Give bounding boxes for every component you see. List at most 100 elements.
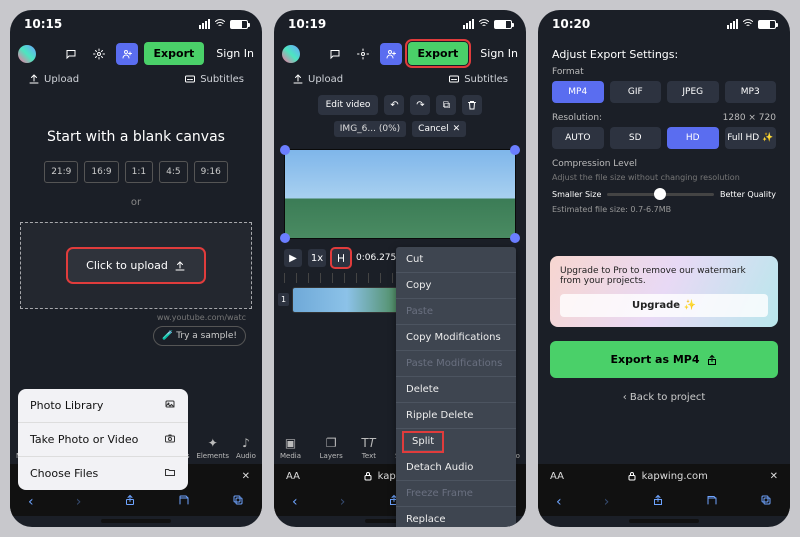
edit-video-button[interactable]: Edit video xyxy=(318,95,379,115)
lock-icon xyxy=(362,470,374,482)
export-as-mp4-button[interactable]: Export as MP4 xyxy=(550,341,778,378)
format-jpeg[interactable]: JPEG xyxy=(667,81,719,103)
ctx-delete[interactable]: Delete xyxy=(396,377,516,403)
speed-button[interactable]: 1x xyxy=(308,249,326,267)
tool-elements[interactable]: ✦Elements xyxy=(196,436,229,460)
format-gif[interactable]: GIF xyxy=(610,81,662,103)
format-mp3[interactable]: MP3 xyxy=(725,81,777,103)
res-auto[interactable]: AUTO xyxy=(552,127,604,149)
split-button[interactable] xyxy=(332,249,350,267)
ctx-freeze-frame: Freeze Frame xyxy=(396,481,516,507)
nav-back[interactable]: ‹ xyxy=(556,494,562,510)
share-icon[interactable] xyxy=(652,494,664,510)
chat-icon[interactable] xyxy=(60,43,82,65)
resize-handle[interactable] xyxy=(280,145,290,155)
ctx-split[interactable]: Split xyxy=(404,433,442,451)
tool-audio[interactable]: ♪Audio xyxy=(236,436,256,460)
ctx-copy-mods[interactable]: Copy Modifications xyxy=(396,325,516,351)
sheet-photo-library[interactable]: Photo Library xyxy=(18,389,188,423)
share-icon[interactable] xyxy=(124,494,136,510)
res-hd[interactable]: HD xyxy=(667,127,719,149)
resolution-value: 1280 × 720 xyxy=(723,113,776,123)
subtitles-button[interactable]: Subtitles xyxy=(184,73,244,85)
sheet-choose-files[interactable]: Choose Files xyxy=(18,457,188,490)
status-bar: 10:19 xyxy=(274,10,526,38)
slider-right-label: Better Quality xyxy=(720,190,776,199)
ctx-detach-audio[interactable]: Detach Audio xyxy=(396,455,516,481)
signin-link[interactable]: Sign In xyxy=(216,47,254,60)
ratio-9-16[interactable]: 9:16 xyxy=(194,161,228,183)
res-fullhd[interactable]: Full HD ✨ xyxy=(725,127,777,149)
export-button[interactable]: Export xyxy=(144,42,205,65)
clock: 10:15 xyxy=(24,17,62,31)
upload-button[interactable]: Upload xyxy=(28,73,79,85)
gear-icon[interactable] xyxy=(88,43,110,65)
tool-text[interactable]: T𝑇Text xyxy=(361,436,376,460)
ctx-copy[interactable]: Copy xyxy=(396,273,516,299)
redo-icon[interactable]: ↷ xyxy=(410,95,430,115)
format-mp4[interactable]: MP4 xyxy=(552,81,604,103)
slider-thumb[interactable] xyxy=(654,188,666,200)
res-sd[interactable]: SD xyxy=(610,127,662,149)
home-indicator[interactable] xyxy=(101,519,171,523)
edit-toolbar: Edit video ↶ ↷ ⧉ xyxy=(274,89,526,121)
nav-forward[interactable]: › xyxy=(76,494,82,510)
kapwing-logo[interactable] xyxy=(18,45,36,63)
copy-icon[interactable]: ⧉ xyxy=(436,95,456,115)
home-indicator[interactable] xyxy=(629,519,699,523)
text-size-button[interactable]: AA xyxy=(550,471,564,482)
ctx-replace[interactable]: Replace xyxy=(396,507,516,527)
nav-back[interactable]: ‹ xyxy=(28,494,34,510)
close-icon[interactable]: ✕ xyxy=(770,471,778,482)
nav-back[interactable]: ‹ xyxy=(292,494,298,510)
play-button[interactable]: ▶ xyxy=(284,249,302,267)
subtitles-button[interactable]: Subtitles xyxy=(448,73,508,85)
nav-forward[interactable]: › xyxy=(604,494,610,510)
sheet-take-photo[interactable]: Take Photo or Video xyxy=(18,423,188,457)
trash-icon[interactable] xyxy=(462,95,482,115)
youtube-url-field[interactable]: ww.youtube.com/watc xyxy=(10,309,262,326)
format-segment: MP4 GIF JPEG MP3 xyxy=(538,81,790,113)
wifi-icon xyxy=(214,17,226,32)
tabs-icon[interactable] xyxy=(232,494,244,510)
compression-slider[interactable] xyxy=(607,193,714,196)
text-size-button[interactable]: AA xyxy=(286,471,300,482)
add-person-icon[interactable] xyxy=(380,43,402,65)
close-icon[interactable]: ✕ xyxy=(242,471,250,482)
ctx-cut[interactable]: Cut xyxy=(396,247,516,273)
signal-icon xyxy=(727,19,738,29)
resize-handle[interactable] xyxy=(280,233,290,243)
tool-layers[interactable]: ❐Layers xyxy=(320,436,343,460)
add-person-icon[interactable] xyxy=(116,43,138,65)
undo-icon[interactable]: ↶ xyxy=(384,95,404,115)
bookmarks-icon[interactable] xyxy=(706,494,718,510)
chat-icon[interactable] xyxy=(324,43,346,65)
ratio-16-9[interactable]: 16:9 xyxy=(84,161,118,183)
resize-handle[interactable] xyxy=(510,233,520,243)
resize-handle[interactable] xyxy=(510,145,520,155)
export-button[interactable]: Export xyxy=(408,42,469,65)
upload-source-sheet: Photo Library Take Photo or Video Choose… xyxy=(18,389,188,490)
try-sample-button[interactable]: 🧪 Try a sample! xyxy=(153,326,246,346)
format-label: Format xyxy=(538,67,790,81)
ratio-21-9[interactable]: 21:9 xyxy=(44,161,78,183)
upload-button[interactable]: Upload xyxy=(292,73,343,85)
ratio-4-5[interactable]: 4:5 xyxy=(159,161,187,183)
ctx-ripple-delete[interactable]: Ripple Delete xyxy=(396,403,516,429)
gear-icon[interactable] xyxy=(352,43,374,65)
click-to-upload-button[interactable]: Click to upload xyxy=(68,249,204,282)
sub-bar: Upload Subtitles xyxy=(10,69,262,89)
signin-link[interactable]: Sign In xyxy=(480,47,518,60)
tool-media[interactable]: ▣Media xyxy=(280,436,301,460)
nav-forward[interactable]: › xyxy=(340,494,346,510)
upload-dropzone[interactable]: Click to upload xyxy=(20,222,252,309)
url-bar[interactable]: kapwing.com xyxy=(572,470,762,482)
canvas-preview[interactable] xyxy=(284,149,516,239)
cancel-upload-button[interactable]: Cancel✕ xyxy=(412,121,466,137)
upgrade-button[interactable]: Upgrade ✨ xyxy=(560,294,768,317)
tabs-icon[interactable] xyxy=(760,494,772,510)
ratio-1-1[interactable]: 1:1 xyxy=(125,161,153,183)
bookmarks-icon[interactable] xyxy=(178,494,190,510)
kapwing-logo[interactable] xyxy=(282,45,300,63)
back-to-project-link[interactable]: ‹ Back to project xyxy=(538,382,790,413)
